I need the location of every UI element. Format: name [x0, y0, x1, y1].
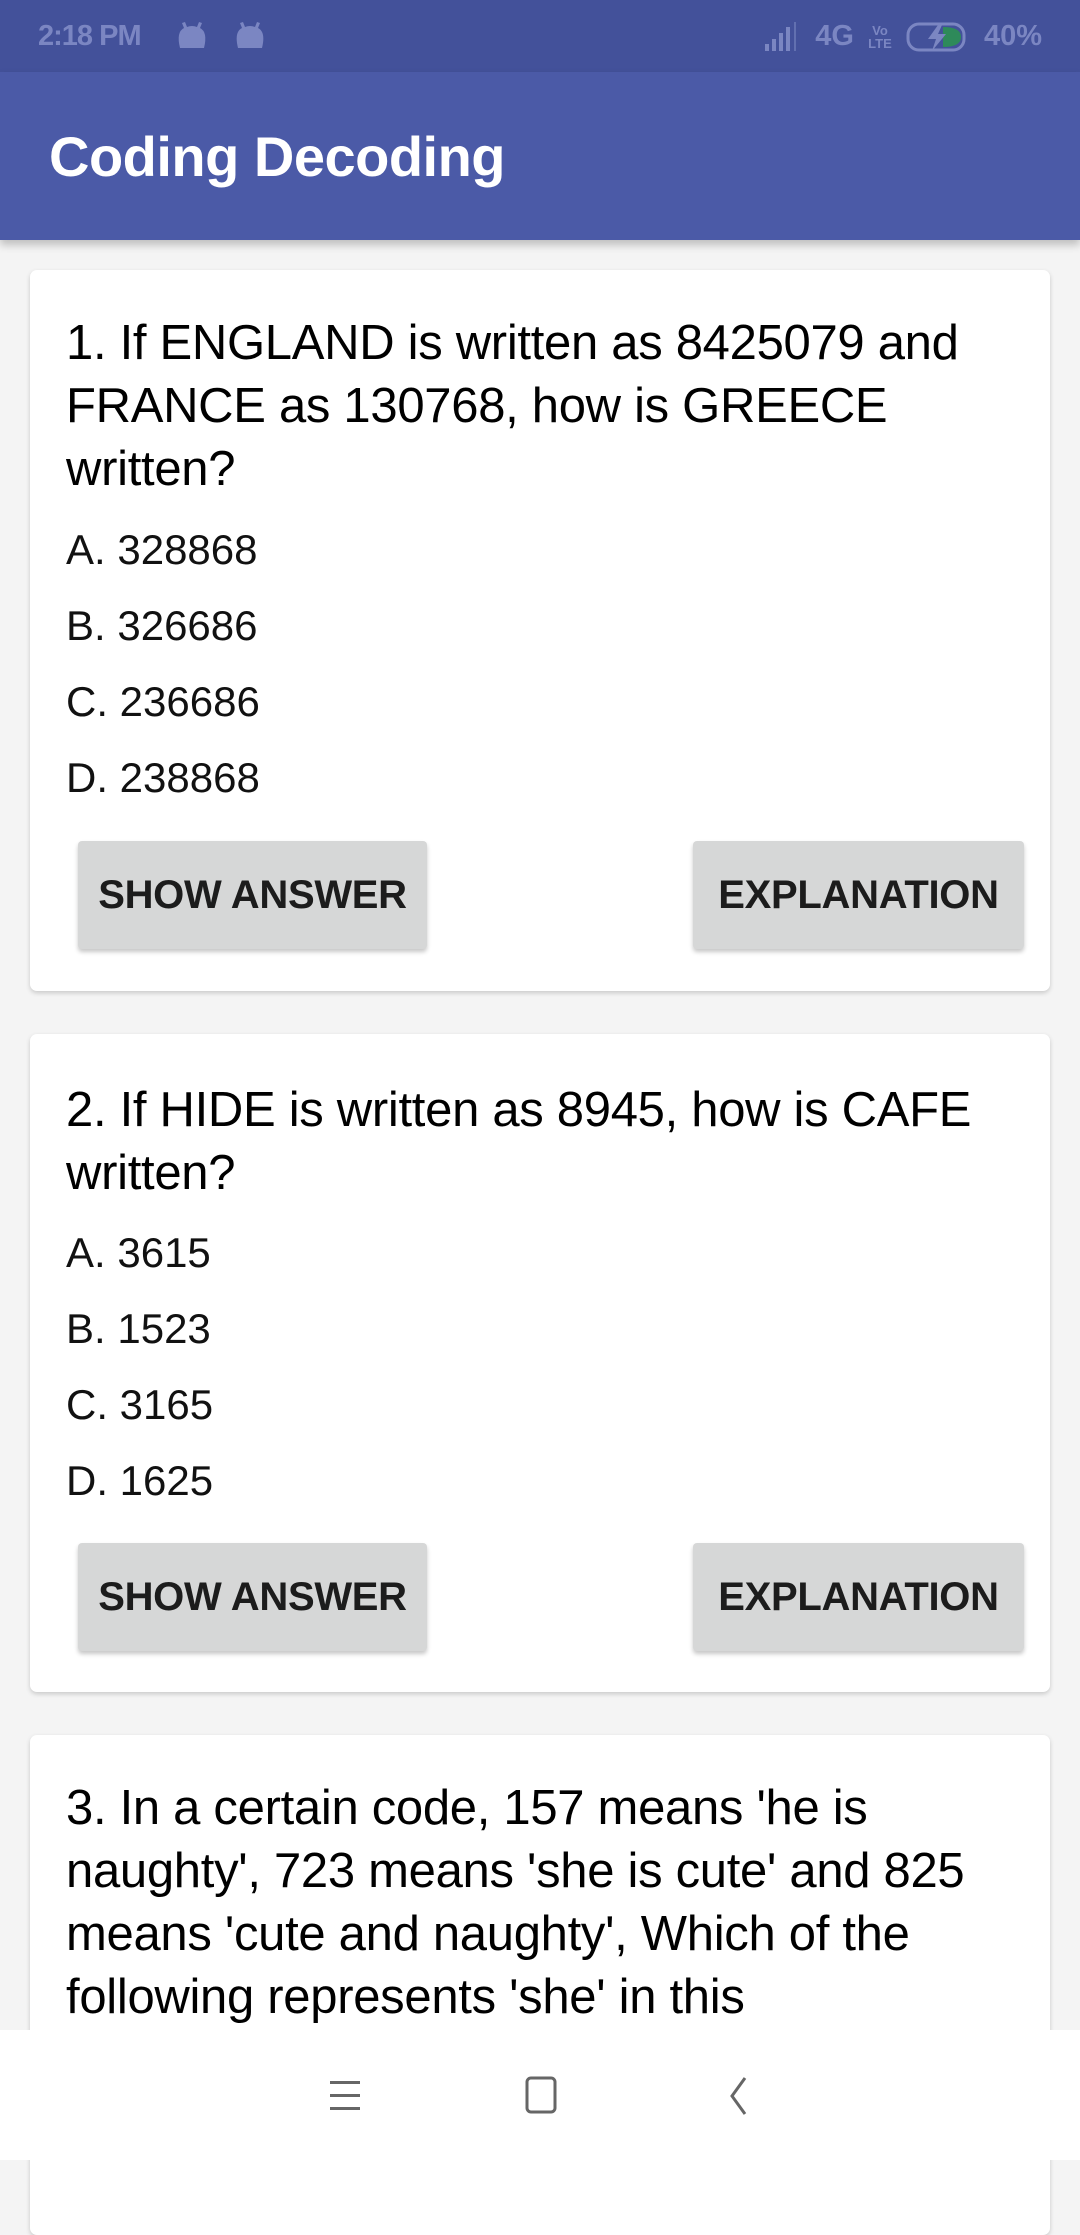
status-time: 2:18 PM	[38, 20, 142, 52]
question-card: 1. If ENGLAND is written as 8425079 and …	[30, 270, 1050, 991]
android-icon	[178, 22, 206, 48]
option-c: C. 236686	[66, 678, 260, 725]
question-card: 3. In a certain code, 157 means 'he is n…	[30, 1735, 1050, 2235]
question-card: 2. If HIDE is written as 8945, how is CA…	[30, 1034, 1050, 1692]
battery-percent: 40%	[983, 20, 1042, 52]
signal-icon	[765, 21, 797, 51]
battery-charging-icon	[906, 22, 966, 51]
page-title: Coding Decoding	[49, 125, 506, 188]
question-text: 1. If ENGLAND is written as 8425079 and …	[66, 316, 959, 496]
status-right: 4G Vo LTE 40%	[763, 20, 1042, 53]
explanation-button[interactable]: EXPLANATION	[693, 1543, 1024, 1651]
option-d: D. 238868	[66, 754, 260, 801]
option-b: B. 1523	[66, 1305, 211, 1352]
option-c: C. 3165	[66, 1381, 214, 1428]
option-b: B. 326686	[66, 602, 258, 649]
question-text: 2. If HIDE is written as 8945, how is CA…	[66, 1083, 972, 1200]
app-bar: Coding Decoding	[0, 72, 1080, 240]
back-icon[interactable]	[715, 2075, 765, 2117]
menu-icon[interactable]	[322, 2075, 372, 2117]
navigation-bar	[0, 2030, 1080, 2160]
status-bar: 2:18 PM 4G Vo LTE 40%	[0, 0, 1080, 72]
volte-icon: Vo LTE	[868, 22, 892, 51]
network-type: 4G	[815, 20, 854, 52]
android-icon	[236, 22, 264, 48]
option-d: D. 1625	[66, 1457, 214, 1504]
show-answer-button[interactable]: SHOW ANSWER	[78, 841, 427, 949]
option-a: A. 328868	[66, 526, 258, 573]
explanation-button[interactable]: EXPLANATION	[693, 841, 1024, 949]
home-icon[interactable]	[515, 2075, 565, 2117]
question-text: 3. In a certain code, 157 means 'he is n…	[66, 1781, 965, 2024]
option-a: A. 3615	[66, 1229, 211, 1276]
show-answer-button[interactable]: SHOW ANSWER	[78, 1543, 427, 1651]
